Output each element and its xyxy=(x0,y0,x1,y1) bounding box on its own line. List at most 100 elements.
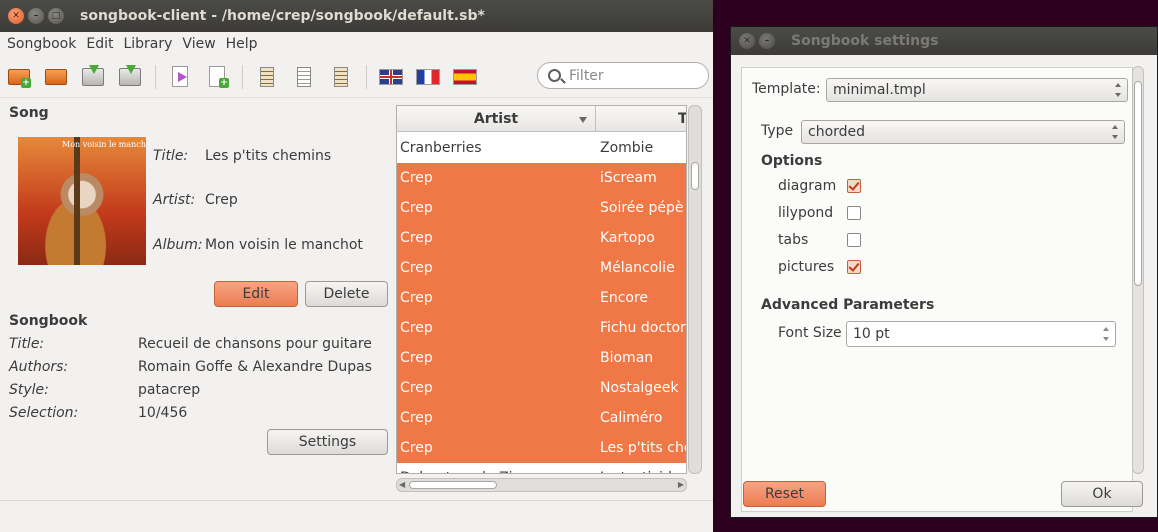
lyrics-icon[interactable] xyxy=(292,65,316,89)
close-icon[interactable]: ✕ xyxy=(8,8,24,24)
options-heading: Options xyxy=(761,153,823,169)
settings-vertical-scrollbar[interactable] xyxy=(1132,66,1144,474)
main-window: ✕ – □ songbook-client - /home/crep/songb… xyxy=(0,0,713,532)
song-title-value: Les p'tits chemins xyxy=(205,148,332,164)
table-row[interactable]: Crep Mélancolie xyxy=(397,253,686,283)
window-title: songbook-client - /home/crep/songbook/de… xyxy=(80,8,485,24)
type-label: Type xyxy=(761,123,794,139)
delete-button[interactable]: Delete xyxy=(305,281,388,307)
table-row[interactable]: Crep iScream xyxy=(397,163,686,193)
edit-button[interactable]: Edit xyxy=(214,281,298,307)
search-icon xyxy=(548,69,561,82)
maximize-icon[interactable]: □ xyxy=(48,8,64,24)
tabs-icon[interactable] xyxy=(329,65,353,89)
option-diagram-label: diagram xyxy=(778,178,837,194)
type-value: chorded xyxy=(808,124,866,140)
cover-title: Mon voisin le manchot xyxy=(62,140,146,149)
library-table[interactable]: Artist T Cranberries Zombie Crep iScream Cre… xyxy=(396,105,687,474)
dialog-title: Songbook settings xyxy=(791,33,939,49)
table-row[interactable]: Crep Soirée pépè xyxy=(397,193,686,223)
new-song-icon[interactable]: + xyxy=(205,65,229,89)
guitar-neck xyxy=(74,137,80,265)
flag-en-icon[interactable] xyxy=(379,65,403,89)
table-row[interactable]: Cranberries Zombie xyxy=(397,133,686,163)
table-row[interactable]: Crep Bioman xyxy=(397,343,686,373)
scroll-thumb[interactable] xyxy=(409,481,497,489)
reset-button[interactable]: Reset xyxy=(743,481,826,507)
cell-title: Mélancolie xyxy=(600,260,675,276)
option-pictures-checkbox[interactable] xyxy=(847,260,861,274)
table-row[interactable]: Crep Nostalgeek xyxy=(397,373,686,403)
cell-title: Zombie xyxy=(600,140,654,156)
type-combo[interactable]: chorded xyxy=(801,120,1125,144)
menubar: Songbook Edit Library View Help xyxy=(0,32,713,56)
cell-artist: Crep xyxy=(400,320,433,336)
filter-search-box[interactable] xyxy=(537,62,709,89)
songbook-selection-value: 10/456 xyxy=(138,405,188,421)
font-size-label: Font Size xyxy=(778,325,842,341)
save-as-icon[interactable] xyxy=(118,64,142,89)
ok-button[interactable]: Ok xyxy=(1061,481,1143,507)
template-combo[interactable]: minimal.tmpl xyxy=(826,78,1128,102)
table-row[interactable]: Crep Caliméro xyxy=(397,403,686,433)
cell-artist: Crep xyxy=(400,440,433,456)
save-icon[interactable] xyxy=(81,64,105,89)
scroll-thumb[interactable] xyxy=(1134,81,1142,286)
menu-songbook[interactable]: Songbook xyxy=(3,36,80,52)
menu-view[interactable]: View xyxy=(178,36,219,52)
menu-library[interactable]: Library xyxy=(119,36,176,52)
option-tabs-label: tabs xyxy=(778,232,809,248)
flag-fr-icon[interactable] xyxy=(416,65,440,89)
scroll-left-icon[interactable]: ◀ xyxy=(399,480,405,489)
new-songbook-icon[interactable]: + xyxy=(7,65,31,89)
column-header-artist[interactable]: Artist xyxy=(397,106,596,132)
column-header-title[interactable]: T xyxy=(678,106,686,132)
menu-help[interactable]: Help xyxy=(222,36,262,52)
table-row[interactable]: Crep Kartopo xyxy=(397,223,686,253)
spin-arrows-icon[interactable] xyxy=(1103,327,1109,341)
cell-artist: Crep xyxy=(400,350,433,366)
minimize-icon[interactable]: – xyxy=(28,8,44,24)
songbook-heading: Songbook xyxy=(9,313,88,329)
cell-artist: Cranberries xyxy=(400,140,482,156)
song-title-label: Title: xyxy=(153,148,189,164)
chevron-updown-icon xyxy=(1112,125,1118,139)
toolbar-separator xyxy=(155,64,156,89)
menu-edit[interactable]: Edit xyxy=(82,36,117,52)
table-row[interactable]: Crep Fichu doctora xyxy=(397,313,686,343)
songbook-selection-label: Selection: xyxy=(9,405,79,421)
table-row[interactable]: Crep Les p'tits che xyxy=(397,433,686,463)
main-titlebar[interactable]: ✕ – □ songbook-client - /home/crep/songb… xyxy=(0,0,713,32)
scroll-right-icon[interactable]: ▶ xyxy=(678,480,684,489)
option-lilypond-checkbox[interactable] xyxy=(847,206,861,220)
filter-input[interactable] xyxy=(569,67,689,84)
songbook-style-label: Style: xyxy=(9,382,49,398)
font-size-spinbutton[interactable]: 10 pt xyxy=(846,321,1116,347)
close-icon[interactable]: ✕ xyxy=(739,33,755,49)
cell-title: Nostalgeek xyxy=(600,380,679,396)
scroll-thumb[interactable] xyxy=(691,162,699,190)
cell-title: Bioman xyxy=(600,350,654,366)
settings-button[interactable]: Settings xyxy=(267,429,388,455)
cell-artist: Crep xyxy=(400,290,433,306)
chords-icon[interactable] xyxy=(255,65,279,89)
library-vertical-scrollbar[interactable] xyxy=(688,105,702,474)
option-tabs-checkbox[interactable] xyxy=(847,233,861,247)
template-label: Template: xyxy=(752,81,821,97)
flag-es-icon[interactable] xyxy=(453,65,477,89)
songbook-title-value: Recueil de chansons pour guitare xyxy=(138,336,372,352)
library-horizontal-scrollbar[interactable]: ◀ ▶ xyxy=(396,478,687,492)
option-diagram-checkbox[interactable] xyxy=(847,179,861,193)
songbook-title-label: Title: xyxy=(9,336,45,352)
table-row[interactable]: Debout sur le Zinc Le testicide xyxy=(397,463,686,473)
table-row[interactable]: Crep Encore xyxy=(397,283,686,313)
minimize-icon[interactable]: – xyxy=(759,33,775,49)
cell-artist: Crep xyxy=(400,410,433,426)
cell-artist: Debout sur le Zinc xyxy=(400,463,529,473)
dialog-titlebar[interactable]: ✕ – Songbook settings xyxy=(731,27,1157,55)
cell-title: Le testicide xyxy=(600,463,680,473)
open-folder-icon[interactable] xyxy=(44,65,68,89)
import-icon[interactable] xyxy=(168,65,192,89)
cell-artist: Crep xyxy=(400,170,433,186)
cell-artist: Crep xyxy=(400,200,433,216)
